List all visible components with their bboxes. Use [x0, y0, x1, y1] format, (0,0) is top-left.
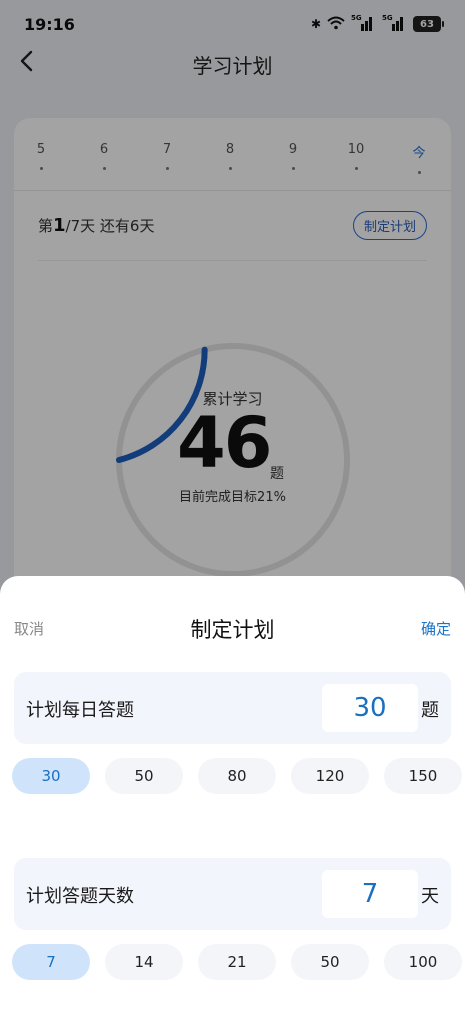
plan-days-option-100[interactable]: 100 — [384, 944, 462, 980]
plan-days-label: 计划答题天数 — [26, 886, 134, 907]
daily-questions-option-50[interactable]: 50 — [105, 758, 183, 794]
daily-questions-input[interactable]: 30 — [322, 684, 418, 732]
plan-days-option-14[interactable]: 14 — [105, 944, 183, 980]
daily-questions-option-120[interactable]: 120 — [291, 758, 369, 794]
plan-days-option-7[interactable]: 7 — [12, 944, 90, 980]
plan-days-row: 计划答题天数 7 天 — [14, 858, 451, 930]
daily-questions-option-150[interactable]: 150 — [384, 758, 462, 794]
plan-days-input[interactable]: 7 — [322, 870, 418, 918]
sheet-header: 取消 制定计划 确定 — [0, 576, 465, 676]
daily-questions-row: 计划每日答题 30 题 — [14, 672, 451, 744]
sheet-title: 制定计划 — [190, 618, 275, 642]
plan-days-option-50[interactable]: 50 — [291, 944, 369, 980]
plan-sheet: 取消 制定计划 确定 计划每日答题 30 题 30 50 80 120 150 计划答题… — [0, 576, 465, 1024]
confirm-button[interactable]: 确定 — [421, 618, 451, 639]
plan-days-unit: 天 — [421, 886, 439, 907]
daily-questions-option-30[interactable]: 30 — [12, 758, 90, 794]
daily-questions-option-80[interactable]: 80 — [198, 758, 276, 794]
daily-questions-label: 计划每日答题 — [26, 700, 134, 721]
daily-questions-options: 30 50 80 120 150 — [12, 758, 464, 796]
plan-days-options: 7 14 21 50 100 — [12, 944, 464, 982]
plan-days-option-21[interactable]: 21 — [198, 944, 276, 980]
daily-questions-unit: 题 — [421, 700, 439, 721]
